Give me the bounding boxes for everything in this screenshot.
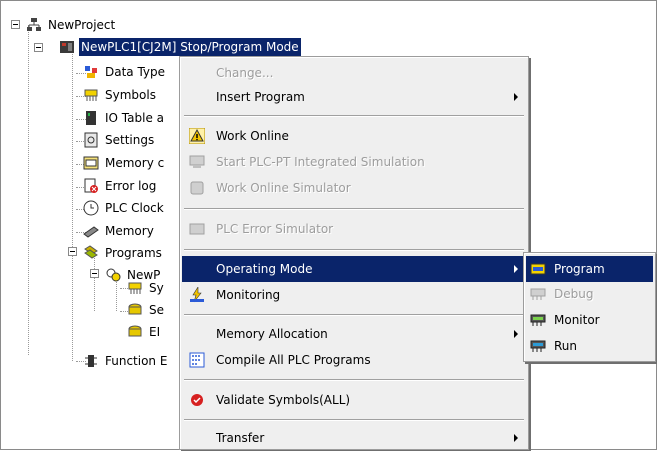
memory-icon — [83, 226, 99, 238]
memory-card-icon — [83, 156, 99, 170]
symbols-icon — [84, 89, 98, 101]
plc-clock-icon — [83, 200, 99, 216]
tree-line — [94, 256, 95, 311]
menu-item-memory-allocation[interactable]: Memory Allocation — [182, 321, 526, 347]
submenu-item-program[interactable]: Program — [526, 256, 653, 282]
io-table-icon — [86, 111, 96, 125]
menu-item-label: PLC Error Simulator — [216, 222, 334, 236]
tree-item-label: NewPLC1[CJ2M] Stop/Program Mode — [78, 37, 302, 57]
simulation-icon — [189, 155, 205, 168]
submenu-arrow-icon — [514, 330, 518, 338]
menu-separator — [184, 419, 524, 421]
tree-line — [116, 279, 117, 311]
submenu-arrow-icon — [514, 434, 518, 442]
menu-separator — [184, 314, 524, 316]
submenu-arrow-icon — [514, 265, 518, 273]
project-icon — [27, 18, 41, 31]
symbols-icon — [128, 282, 142, 294]
tree-item-label: EI — [149, 325, 161, 339]
collapse-toggle[interactable] — [11, 20, 20, 29]
tree-item-label: PLC Clock — [105, 201, 164, 215]
menu-item-start-integrated-simulation[interactable]: Start PLC-PT Integrated Simulation — [182, 149, 526, 175]
menu-item-label: Insert Program — [216, 90, 305, 104]
menu-item-label: Program — [554, 262, 605, 276]
tree-item-label: Function E — [105, 354, 168, 368]
function-block-icon — [85, 355, 97, 367]
tree-item-label: IO Table a — [105, 111, 164, 125]
menu-separator — [184, 379, 524, 381]
plc-icon — [60, 41, 74, 53]
menu-item-label: Validate Symbols(ALL) — [216, 393, 351, 407]
menu-item-label: Operating Mode — [216, 262, 313, 276]
warning-icon — [189, 128, 205, 144]
context-menu: Change... Insert Program Work Online Sta… — [179, 56, 529, 450]
menu-item-label: Debug — [554, 287, 594, 301]
menu-item-validate-symbols[interactable]: Validate Symbols(ALL) — [182, 387, 526, 413]
menu-item-label: Monitor — [554, 313, 600, 327]
tree-item-label: Symbols — [105, 88, 156, 102]
collapse-toggle[interactable] — [34, 43, 43, 52]
tree-item-label: Sy — [149, 281, 164, 295]
simulator-icon — [190, 181, 204, 195]
tree-line — [28, 25, 29, 355]
collapse-toggle[interactable] — [90, 269, 99, 278]
run-mode-icon — [530, 340, 546, 352]
debug-mode-icon — [530, 288, 546, 300]
menu-item-work-online[interactable]: Work Online — [182, 123, 526, 149]
menu-separator — [184, 249, 524, 251]
tree-item-label: NewProject — [48, 18, 116, 32]
submenu-arrow-icon — [514, 93, 518, 101]
menu-item-change[interactable]: Change... — [182, 60, 526, 86]
menu-item-transfer[interactable]: Transfer — [182, 425, 526, 451]
menu-item-label: Compile All PLC Programs — [216, 353, 371, 367]
tree-item-label: Data Type — [105, 65, 166, 79]
menu-item-plc-error-simulator[interactable]: PLC Error Simulator — [182, 216, 526, 242]
compile-icon — [189, 352, 205, 368]
menu-item-label: Work Online — [216, 129, 289, 143]
tree-item-label: Memory c — [105, 156, 165, 170]
menu-item-work-online-simulator[interactable]: Work Online Simulator — [182, 175, 526, 201]
operating-mode-submenu: Program Debug Monitor Run — [523, 252, 656, 362]
tree-item-label: Settings — [105, 133, 155, 147]
menu-item-operating-mode[interactable]: Operating Mode — [182, 256, 526, 282]
menu-item-monitoring[interactable]: Monitoring — [182, 282, 526, 308]
tree-item-label: Se — [149, 303, 164, 317]
submenu-item-monitor[interactable]: Monitor — [526, 307, 653, 333]
menu-item-label: Monitoring — [216, 288, 281, 302]
tree-line — [72, 49, 73, 361]
data-type-icon — [85, 66, 97, 78]
error-simulator-icon — [189, 223, 205, 235]
tree-item-label: Error log — [105, 179, 157, 193]
menu-item-label: Memory Allocation — [216, 327, 328, 341]
end-section-icon — [128, 325, 142, 337]
tree-item-label: Memory — [105, 224, 154, 238]
menu-item-label: Work Online Simulator — [216, 181, 351, 195]
program-mode-icon — [530, 263, 546, 275]
programs-icon — [84, 245, 98, 259]
monitoring-icon — [190, 287, 204, 303]
monitor-mode-icon — [530, 314, 546, 326]
menu-item-label: Run — [554, 339, 578, 353]
validate-icon — [191, 394, 203, 406]
program-icon — [106, 268, 121, 282]
settings-icon — [84, 132, 98, 148]
collapse-toggle[interactable] — [68, 247, 77, 256]
menu-separator — [184, 115, 524, 117]
tree-item-label: Programs — [105, 246, 162, 260]
submenu-item-run[interactable]: Run — [526, 333, 653, 359]
menu-item-label: Start PLC-PT Integrated Simulation — [216, 155, 425, 169]
section-icon — [128, 303, 142, 315]
menu-item-label: Transfer — [216, 431, 265, 445]
menu-separator — [184, 208, 524, 210]
menu-item-insert-program[interactable]: Insert Program — [182, 84, 526, 110]
submenu-item-debug[interactable]: Debug — [526, 281, 653, 307]
error-log-icon — [84, 178, 98, 193]
menu-item-label: Change... — [216, 66, 274, 80]
menu-item-compile-all[interactable]: Compile All PLC Programs — [182, 347, 526, 373]
